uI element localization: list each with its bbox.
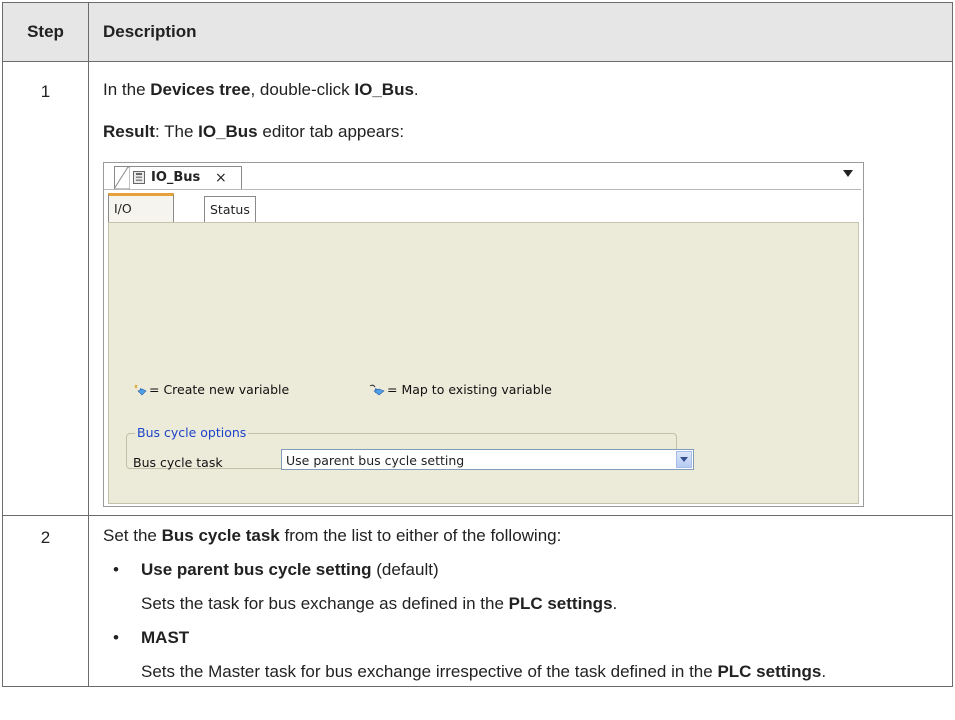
io-bus-document-tab[interactable]: IO_Bus × (114, 166, 242, 189)
text: Sets the task for bus exchange as define… (141, 594, 509, 613)
text: . (413, 80, 419, 99)
bus-cycle-task-term: Bus cycle task (161, 526, 280, 545)
option-list: • Use parent bus cycle setting (default)… (103, 560, 938, 682)
bus-cycle-task-label: Bus cycle task (133, 455, 223, 470)
text: : The (154, 122, 199, 141)
option-description: Sets the task for bus exchange as define… (141, 594, 938, 614)
plc-settings-term: PLC settings (508, 594, 613, 613)
result-label: Result (103, 122, 155, 141)
step1-result: Result: The IO_Bus editor tab appears: (103, 122, 938, 142)
text: Set the (103, 526, 162, 545)
bullet: • (113, 560, 119, 579)
list-item: • MAST Sets the Master task for bus exch… (103, 628, 938, 682)
text: . (612, 594, 618, 613)
header-row: Step Description (2, 2, 953, 62)
step-row-1: 1 In the Devices tree, double-click IO_B… (2, 61, 953, 516)
close-icon[interactable]: × (215, 167, 227, 189)
step-description-2: Set the Bus cycle task from the list to … (88, 515, 953, 687)
create-variable-icon (134, 384, 147, 396)
step-description-1: In the Devices tree, double-click IO_Bus… (88, 61, 953, 516)
tab-io-mapping[interactable]: I/O Mapping (108, 193, 174, 242)
option-title: Use parent bus cycle setting (default) (141, 560, 938, 580)
option-note: (default) (371, 560, 439, 579)
bus-cycle-task-value: Use parent bus cycle setting (286, 453, 465, 468)
bus-cycle-task-select[interactable]: Use parent bus cycle setting (281, 449, 694, 470)
io-bus-term: IO_Bus (354, 80, 414, 99)
legend-create-new-variable: = Create new variable (134, 380, 289, 400)
header-description: Description (88, 2, 953, 62)
legend-map-text: = Map to existing variable (387, 382, 552, 397)
devices-tree-term: Devices tree (150, 80, 251, 99)
header-step: Step (2, 2, 89, 62)
legend-create-text: = Create new variable (149, 382, 290, 397)
legend-map-existing-variable: = Map to existing variable (369, 380, 552, 400)
io-bus-editor-screenshot: IO_Bus × I/O Mapping Status = Create new… (103, 162, 864, 507)
map-variable-icon (369, 384, 385, 396)
list-item: • Use parent bus cycle setting (default)… (103, 560, 938, 614)
step2-instruction: Set the Bus cycle task from the list to … (103, 526, 938, 546)
tab-status[interactable]: Status (204, 196, 256, 223)
option-title: MAST (141, 628, 938, 648)
option-name: MAST (141, 628, 190, 647)
option-name: Use parent bus cycle setting (141, 560, 372, 579)
procedure-table: Step Description 1 In the Devices tree, … (2, 2, 953, 687)
text: editor tab appears: (257, 122, 405, 141)
text: . (821, 662, 827, 681)
text: In the (103, 80, 151, 99)
text: Sets the Master task for bus exchange ir… (141, 662, 718, 681)
option-description: Sets the Master task for bus exchange ir… (141, 662, 938, 682)
bus-cycle-options-title: Bus cycle options (137, 425, 247, 440)
plc-settings-term: PLC settings (717, 662, 822, 681)
bullet: • (113, 628, 119, 647)
step-number-2: 2 (2, 515, 89, 687)
doc-tab-label: IO_Bus (151, 170, 201, 185)
io-mapping-pane: = Create new variable = Map to existing … (108, 222, 859, 504)
text: , double-click (250, 80, 355, 99)
step1-instruction: In the Devices tree, double-click IO_Bus… (103, 80, 938, 100)
tab-list-dropdown-icon[interactable] (843, 170, 853, 177)
step-row-2: 2 Set the Bus cycle task from the list t… (2, 515, 953, 687)
editor-tab-strip: IO_Bus × (104, 163, 861, 190)
step-number-1: 1 (2, 61, 89, 516)
chevron-down-icon[interactable] (676, 451, 692, 468)
io-bus-term: IO_Bus (198, 122, 258, 141)
device-icon (133, 171, 145, 184)
tab-slant-shape (114, 167, 130, 189)
bus-cycle-options-group: Bus cycle options Bus cycle task Use par… (126, 423, 694, 470)
text: from the list to either of the following… (279, 526, 562, 545)
